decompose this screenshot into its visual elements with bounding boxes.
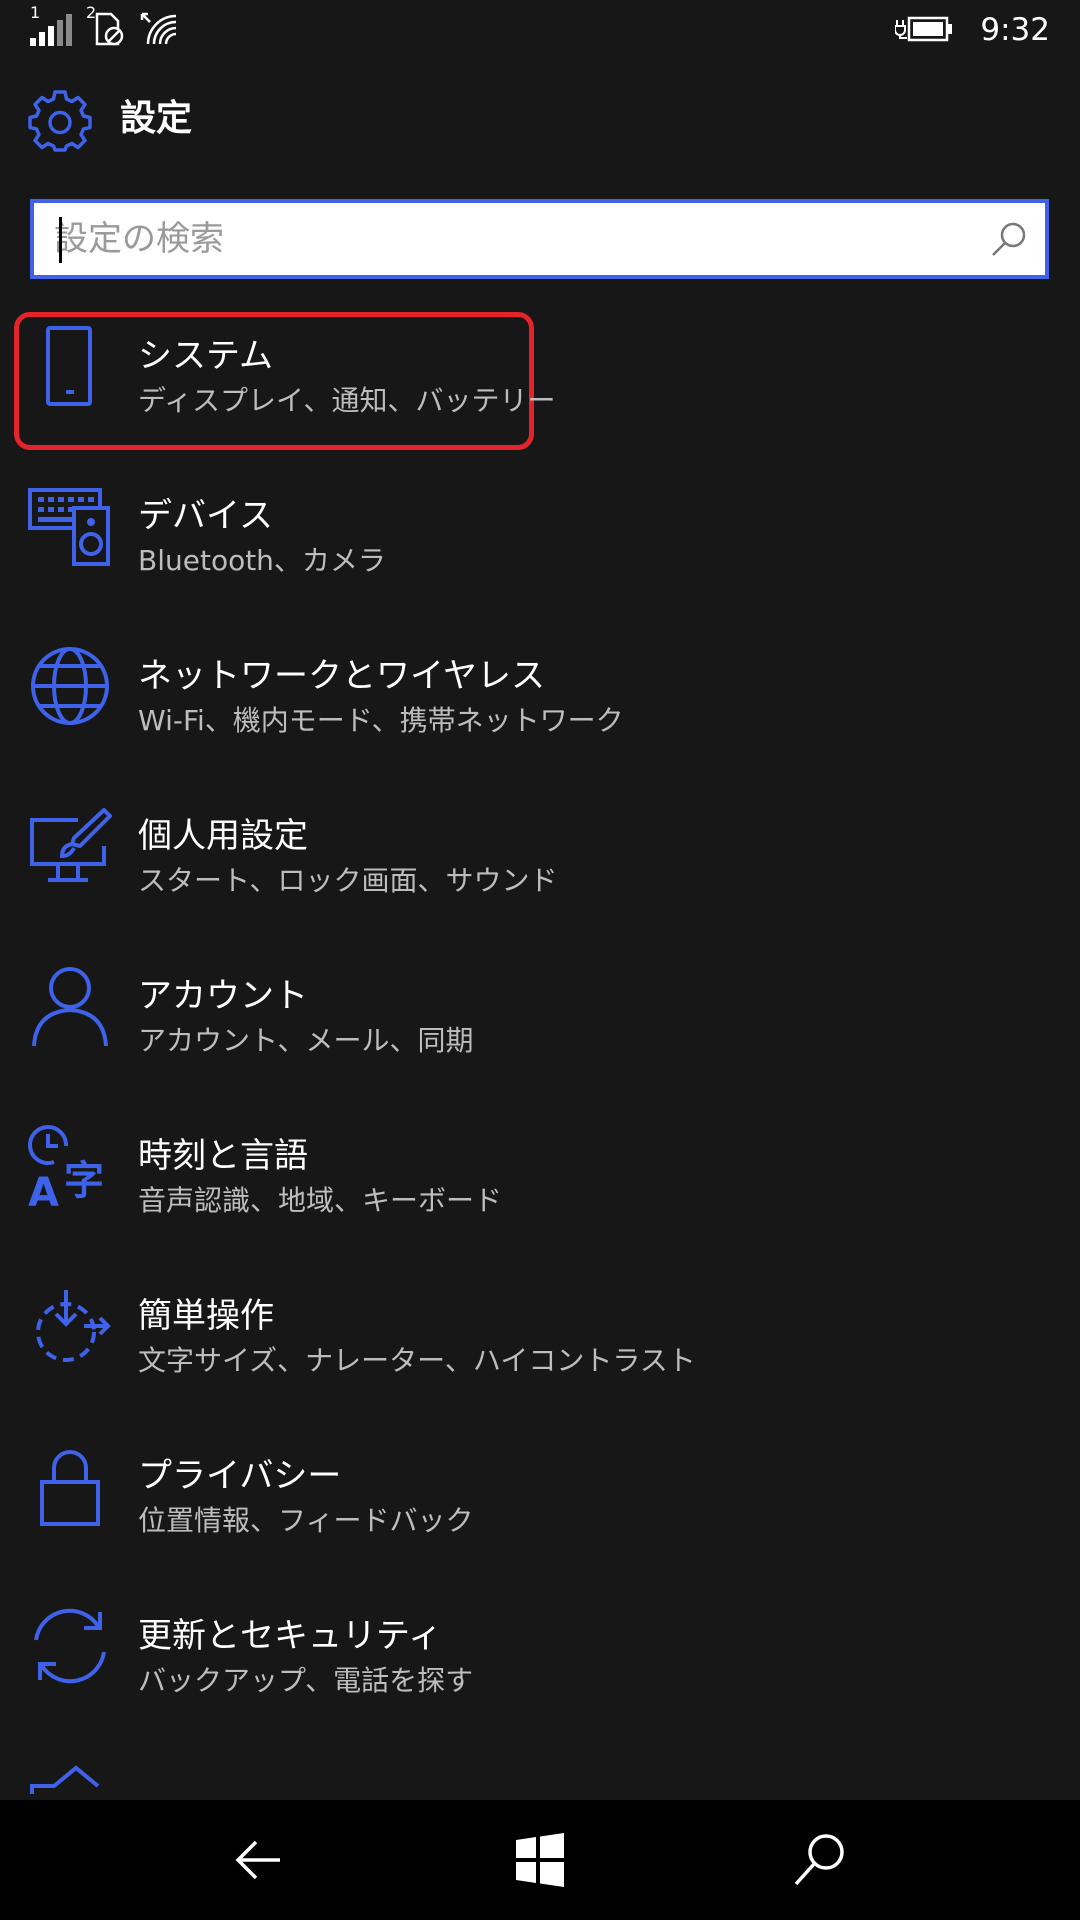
signal-strength-icon bbox=[30, 14, 72, 46]
settings-item-subtitle: 位置情報、フィードバック bbox=[138, 1504, 474, 1537]
page-header: 設定 bbox=[0, 84, 1080, 156]
search-box[interactable] bbox=[30, 199, 1049, 279]
settings-item-network[interactable]: ネットワークとワイヤレス Wi-Fi、機内モード、携帯ネットワーク bbox=[0, 630, 1080, 770]
settings-item-title: デバイス bbox=[138, 496, 273, 536]
settings-item-title: 簡単操作 bbox=[138, 1296, 274, 1336]
ease-of-access-icon bbox=[36, 1290, 111, 1362]
search-icon[interactable] bbox=[790, 1830, 850, 1890]
settings-item-subtitle: バックアップ、電話を探す bbox=[138, 1664, 474, 1697]
settings-item-title: 更新とセキュリティ bbox=[138, 1616, 442, 1656]
back-icon[interactable] bbox=[230, 1830, 290, 1890]
settings-item-privacy[interactable]: プライバシー 位置情報、フィードバック bbox=[0, 1430, 1080, 1570]
page-title: 設定 bbox=[120, 98, 193, 139]
settings-item-ease-of-access[interactable]: 簡単操作 文字サイズ、ナレーター、ハイコントラスト bbox=[0, 1270, 1080, 1410]
settings-item-title: プライバシー bbox=[138, 1456, 342, 1496]
battery-charging-icon bbox=[895, 16, 952, 42]
search-input[interactable] bbox=[54, 203, 974, 275]
settings-item-title: 時刻と言語 bbox=[138, 1136, 308, 1176]
navigation-bar bbox=[0, 1800, 1080, 1920]
lock-icon bbox=[40, 1450, 100, 1526]
settings-item-personalization[interactable]: 個人用設定 スタート、ロック画面、サウンド bbox=[0, 790, 1080, 930]
text-caret bbox=[59, 217, 62, 263]
search-icon[interactable] bbox=[989, 219, 1029, 259]
no-sim-icon bbox=[95, 12, 124, 46]
status-bar: 1 2 9:32 bbox=[0, 0, 1080, 62]
settings-item-title: アカウント bbox=[138, 976, 308, 1016]
settings-item-subtitle: 文字サイズ、ナレーター、ハイコントラスト bbox=[138, 1344, 696, 1377]
wifi-icon bbox=[140, 12, 177, 45]
globe-icon bbox=[31, 647, 109, 725]
settings-item-title: システム bbox=[138, 336, 273, 376]
settings-item-devices[interactable]: デバイス Bluetooth、カメラ bbox=[0, 470, 1080, 610]
devices-icon bbox=[28, 488, 110, 566]
settings-item-subtitle: Wi-Fi、機内モード、携帯ネットワーク bbox=[138, 704, 624, 737]
settings-item-title: ネットワークとワイヤレス bbox=[138, 656, 545, 696]
svg-text:字: 字 bbox=[64, 1158, 104, 1204]
settings-screen: 1 2 9:32 設定 設定の検索 システム ディスプレイ、通知、バッテリー デ… bbox=[0, 0, 1080, 1920]
svg-text:A: A bbox=[28, 1170, 59, 1208]
settings-item-subtitle: アカウント、メール、同期 bbox=[138, 1024, 474, 1057]
status-clock: 9:32 bbox=[980, 12, 1050, 48]
settings-item-subtitle: Bluetooth、カメラ bbox=[138, 544, 386, 577]
windows-start-icon[interactable] bbox=[510, 1830, 570, 1890]
settings-item-subtitle: 音声認識、地域、キーボード bbox=[138, 1184, 503, 1217]
settings-item-subtitle: スタート、ロック画面、サウンド bbox=[138, 864, 558, 897]
settings-item-system[interactable]: システム ディスプレイ、通知、バッテリー bbox=[0, 310, 1080, 450]
gear-icon bbox=[28, 90, 92, 152]
settings-item-update-security[interactable]: 更新とセキュリティ バックアップ、電話を探す bbox=[0, 1590, 1080, 1730]
settings-item-time-language[interactable]: A 字 時刻と言語 音声認識、地域、キーボード bbox=[0, 1110, 1080, 1250]
phone-icon bbox=[46, 326, 92, 406]
settings-item-title: 個人用設定 bbox=[138, 816, 308, 856]
personalization-icon bbox=[30, 808, 112, 882]
settings-item-accounts[interactable]: アカウント アカウント、メール、同期 bbox=[0, 950, 1080, 1090]
person-icon bbox=[32, 967, 108, 1047]
sync-icon bbox=[34, 1608, 106, 1684]
settings-item-subtitle: ディスプレイ、通知、バッテリー bbox=[138, 384, 556, 417]
time-language-icon: A 字 bbox=[28, 1125, 104, 1208]
